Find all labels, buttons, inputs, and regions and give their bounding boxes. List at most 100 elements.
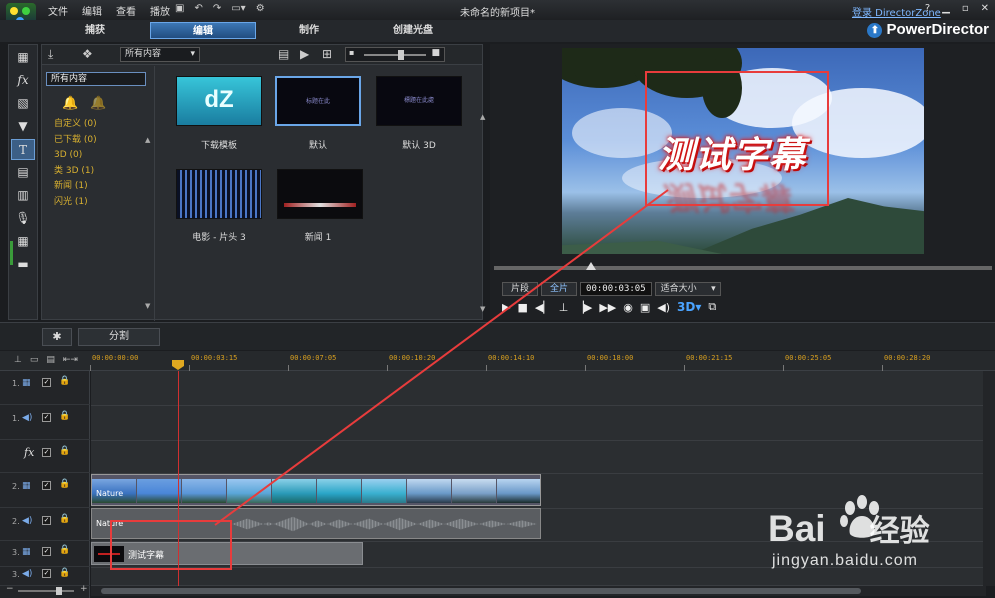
pip-icon[interactable]: ▧ xyxy=(11,93,35,114)
tab-produce[interactable]: 制作 xyxy=(256,22,362,39)
lock-icon[interactable]: 🔒 xyxy=(59,411,70,421)
fast-forward-icon[interactable]: ▶▶ xyxy=(599,301,616,314)
track-enable-checkbox[interactable]: ✓ xyxy=(42,547,51,556)
clip-mode-button[interactable]: 片段 xyxy=(502,282,539,296)
lock-icon[interactable]: 🔒 xyxy=(59,376,70,386)
menu-file[interactable]: 文件 xyxy=(48,3,68,18)
track-enable-checkbox[interactable]: ✓ xyxy=(42,378,51,387)
next-frame-icon[interactable]: ▕▶ xyxy=(575,301,592,314)
track-lane[interactable] xyxy=(91,406,995,441)
category-field[interactable]: 所有内容 xyxy=(46,72,146,86)
import-icon[interactable]: ⤓ xyxy=(48,47,53,62)
split-button[interactable]: 分割 xyxy=(78,328,160,346)
fit-size-select[interactable]: 适合大小 xyxy=(654,282,721,296)
timeline-zoom[interactable]: − + xyxy=(6,584,90,596)
close-icon[interactable]: ✕ xyxy=(981,3,989,14)
add-track-icon[interactable]: ▤ xyxy=(46,355,55,365)
scroll-up-icon[interactable]: ▲ xyxy=(480,113,485,121)
category-item[interactable]: 已下载 (0) xyxy=(54,133,97,149)
subtitle-icon[interactable]: ▬ xyxy=(11,254,35,275)
time-ruler[interactable]: 00:00:00:00 00:00:03:15 00:00:07:05 00:00:1… xyxy=(90,351,995,371)
title-room-icon[interactable]: T xyxy=(11,139,35,160)
zoom-slider-knob[interactable] xyxy=(398,50,404,60)
fx-icon[interactable]: fx xyxy=(11,70,35,91)
undock-icon[interactable]: ⧉ xyxy=(708,300,716,314)
lock-icon[interactable]: 🔒 xyxy=(59,568,70,578)
voiceover-icon[interactable]: 🎙 xyxy=(11,208,35,229)
add-tag-icon[interactable]: 🔔 xyxy=(62,96,78,111)
category-item[interactable]: 3D (0) xyxy=(54,148,97,164)
help-icon[interactable]: ? xyxy=(925,3,930,14)
fit-timeline-icon[interactable]: ⇤⇥ xyxy=(63,355,78,365)
track-lane[interactable] xyxy=(91,441,995,474)
add-template-icon[interactable]: ▤ xyxy=(278,47,289,61)
particle-icon[interactable]: ▼ xyxy=(11,116,35,137)
track-manager-icon[interactable]: ⊥ xyxy=(14,355,22,365)
category-item[interactable]: 类 3D (1) xyxy=(54,164,97,180)
timecode-display[interactable]: 00:00:03:05 xyxy=(580,282,652,296)
settings-icon[interactable]: ⚙ xyxy=(256,3,265,14)
lock-icon[interactable]: 🔒 xyxy=(59,479,70,489)
thumbnail-zoom[interactable]: ▪ ■ xyxy=(345,47,445,62)
lock-icon[interactable]: 🔒 xyxy=(59,446,70,456)
audio-mixing-icon[interactable]: ▥ xyxy=(11,185,35,206)
3d-toggle[interactable]: 3D▾ xyxy=(677,300,701,314)
transition-icon[interactable]: ▤ xyxy=(11,162,35,183)
storyboard-icon[interactable]: ▭ xyxy=(30,355,39,365)
template-thumb-selected[interactable]: 标题在此 xyxy=(275,76,361,126)
lock-icon[interactable]: 🔒 xyxy=(59,545,70,555)
menu-view[interactable]: 查看 xyxy=(116,3,136,18)
movie-mode-button[interactable]: 全片 xyxy=(541,282,578,296)
scroll-down-icon[interactable]: ▼ xyxy=(480,305,485,313)
track-lane[interactable] xyxy=(91,371,995,406)
track-enable-checkbox[interactable]: ✓ xyxy=(42,516,51,525)
tab-edit[interactable]: 编辑 xyxy=(150,22,256,39)
mark-in-icon[interactable]: ⊥ xyxy=(559,301,569,314)
stop-icon[interactable]: ■ xyxy=(517,301,527,314)
template-thumb[interactable]: 標題在此處 xyxy=(376,76,462,126)
remove-tag-icon[interactable]: 🔔 xyxy=(90,96,106,111)
zoom-in-icon[interactable]: + xyxy=(80,584,88,594)
track-enable-checkbox[interactable]: ✓ xyxy=(42,481,51,490)
hscroll-thumb[interactable] xyxy=(101,588,861,594)
lock-icon[interactable]: 🔒 xyxy=(59,514,70,524)
save-icon[interactable]: ▣ xyxy=(175,3,184,14)
grid-scrollbar[interactable]: ▲ ▼ xyxy=(480,113,485,313)
preview-seek-bar[interactable] xyxy=(494,266,992,270)
snapshot-icon[interactable]: ◉ xyxy=(623,301,633,314)
category-scrollbar[interactable]: ▲ ▼ xyxy=(145,136,153,314)
track-enable-checkbox[interactable]: ✓ xyxy=(42,569,51,578)
scroll-up-icon[interactable]: ▲ xyxy=(145,136,153,144)
track-enable-checkbox[interactable]: ✓ xyxy=(42,448,51,457)
plugin-icon[interactable]: ❖ xyxy=(82,47,93,61)
menu-play[interactable]: 播放 xyxy=(150,3,170,18)
track-enable-checkbox[interactable]: ✓ xyxy=(42,413,51,422)
category-item[interactable]: 闪光 (1) xyxy=(54,195,97,211)
upgrade-icon[interactable]: ⬆ xyxy=(867,23,883,38)
maximize-icon[interactable]: ▫ xyxy=(962,3,969,14)
redo-icon[interactable]: ↷ xyxy=(213,3,221,14)
category-item[interactable]: 新闻 (1) xyxy=(54,179,97,195)
template-thumb[interactable] xyxy=(176,169,262,219)
category-item[interactable]: 自定义 (0) xyxy=(54,117,97,133)
display-mode-icon[interactable]: ▣ xyxy=(640,301,650,314)
video-clip[interactable]: Nature xyxy=(91,474,541,506)
library-filter-select[interactable]: 所有内容 xyxy=(120,47,200,62)
seek-knob[interactable] xyxy=(586,262,596,270)
magic-tools-button[interactable]: ✱ xyxy=(42,328,72,346)
template-thumb[interactable] xyxy=(277,169,363,219)
play-icon[interactable]: ▶ xyxy=(502,301,510,314)
tag-icon[interactable]: ▶ xyxy=(300,47,309,61)
prev-frame-icon[interactable]: ◀▏ xyxy=(535,301,552,314)
tab-capture[interactable]: 捕获 xyxy=(42,22,148,39)
display-icon[interactable]: ▭▾ xyxy=(231,3,245,14)
undo-icon[interactable]: ↶ xyxy=(194,3,202,14)
volume-icon[interactable]: ◀) xyxy=(657,301,670,314)
zoom-out-icon[interactable]: − xyxy=(6,584,14,594)
media-room-icon[interactable]: ▦ xyxy=(11,47,35,68)
menu-edit[interactable]: 编辑 xyxy=(82,3,102,18)
zoom-knob[interactable] xyxy=(56,587,62,595)
chapter-icon[interactable]: ▦ xyxy=(11,231,35,252)
tab-create-disc[interactable]: 创建光盘 xyxy=(360,22,466,39)
scroll-down-icon[interactable]: ▼ xyxy=(145,302,153,310)
